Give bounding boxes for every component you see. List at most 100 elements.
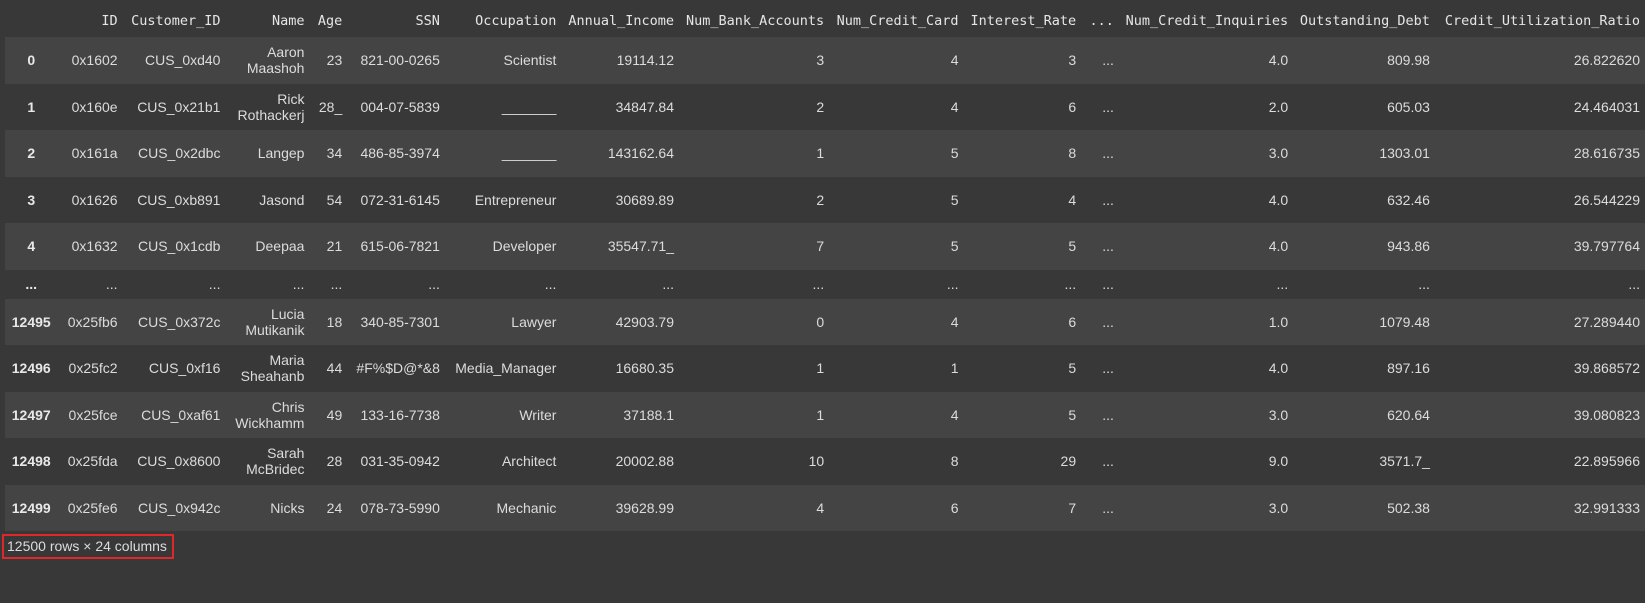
table-cell: 0x25fe6 bbox=[67, 499, 118, 516]
table-cell: Sarah McBridec bbox=[246, 445, 305, 478]
table-cell: 7 bbox=[1068, 499, 1077, 516]
table-cell: 42903.79 bbox=[615, 313, 674, 330]
table-cell: ... bbox=[1102, 191, 1114, 208]
table-cell: 22.895966 bbox=[1573, 453, 1640, 470]
table-cell: 21 bbox=[326, 238, 343, 255]
table-cell: ... bbox=[428, 276, 440, 292]
table-row: 3 0x1626 CUS_0xb891 Jasond 54 072-31-6145 Entr… bbox=[5, 176, 1645, 223]
table-cell: 486-85-3974 bbox=[360, 145, 440, 162]
table-cell: ... bbox=[1418, 276, 1430, 292]
table-cell: 19114.12 bbox=[616, 52, 674, 69]
table-cell: 39628.99 bbox=[615, 499, 674, 516]
table-cell: _______ bbox=[501, 98, 557, 115]
table-cell: 24 bbox=[326, 499, 343, 516]
table-cell: 2.0 bbox=[1268, 98, 1289, 115]
table-cell: 49 bbox=[326, 406, 343, 423]
table-cell: 5 bbox=[950, 191, 959, 208]
table-cell: 5 bbox=[1068, 360, 1077, 377]
column-header-customer-id: Customer_ID bbox=[122, 4, 226, 37]
table-cell: 620.64 bbox=[1387, 406, 1430, 423]
table-cell: 16680.35 bbox=[615, 360, 674, 377]
table-cell: Media_Manager bbox=[455, 360, 557, 377]
table-cell: 1303.01 bbox=[1379, 145, 1430, 162]
table-cell: ... bbox=[1102, 276, 1114, 292]
table-cell: 0x161a bbox=[71, 145, 118, 162]
table-cell: 031-35-0942 bbox=[360, 453, 440, 470]
table-cell: ... bbox=[812, 276, 825, 292]
table-cell: Langep bbox=[257, 145, 305, 162]
row-index: 2 bbox=[27, 145, 36, 162]
table-cell: 29 bbox=[1060, 453, 1077, 470]
table-cell: CUS_0xd40 bbox=[144, 52, 221, 69]
table-cell: 632.46 bbox=[1387, 191, 1430, 208]
table-cell: ... bbox=[1102, 499, 1114, 516]
table-row: 0 0x1602 CUS_0xd40 Aaron Maashoh 23 821-00-02… bbox=[5, 37, 1645, 84]
column-header-outstanding-debt: Outstanding_Debt bbox=[1293, 4, 1435, 37]
table-cell: ... bbox=[1628, 276, 1640, 292]
ellipsis-row: ........................................… bbox=[5, 269, 1645, 299]
table-cell: 3.0 bbox=[1268, 145, 1289, 162]
table-cell: Developer bbox=[492, 238, 557, 255]
table-row: 12495 0x25fb6 CUS_0x372c Lucia Mutikanik 18 3… bbox=[5, 298, 1645, 345]
table-cell: 133-16-7738 bbox=[360, 406, 440, 423]
table-cell: 1079.48 bbox=[1379, 313, 1430, 330]
table-row: 1 0x160e CUS_0x21b1 Rick Rothackerj 28_ 004-0… bbox=[5, 83, 1645, 130]
table-cell: 0x1602 bbox=[71, 52, 118, 69]
table-cell: CUS_0x942c bbox=[137, 499, 221, 516]
column-header-num-credit-inquiries: Num_Credit_Inquiries bbox=[1118, 4, 1294, 37]
table-cell: 4.0 bbox=[1268, 360, 1289, 377]
table-cell: 072-31-6145 bbox=[360, 191, 440, 208]
table-cell: CUS_0xf16 bbox=[148, 360, 221, 377]
table-row: 2 0x161a CUS_0x2dbc Langep 34 486-85-3974 ____… bbox=[5, 130, 1645, 177]
column-header-num-bank-accounts: Num_Bank_Accounts bbox=[679, 4, 830, 37]
header-row: ID Customer_ID Name Age SSN Occupation A… bbox=[5, 4, 1645, 37]
table-row: 12497 0x25fce CUS_0xaf61 Chris Wickhamm 49 13… bbox=[5, 391, 1645, 438]
table-cell: Lawyer bbox=[511, 313, 557, 330]
table-cell: _______ bbox=[501, 145, 557, 162]
table-cell: 8 bbox=[950, 453, 959, 470]
row-index: 3 bbox=[27, 191, 36, 208]
table-cell: 004-07-5839 bbox=[360, 98, 440, 115]
table-cell: CUS_0x2dbc bbox=[137, 145, 221, 162]
table-cell: Chris Wickhamm bbox=[235, 398, 305, 431]
table-cell: Nicks bbox=[270, 499, 305, 516]
row-index: 12498 bbox=[11, 453, 51, 470]
table-cell: 4 bbox=[950, 98, 959, 115]
table-body: 0 0x1602 CUS_0xd40 Aaron Maashoh 23 821-00-02… bbox=[5, 37, 1645, 531]
table-cell: Writer bbox=[519, 406, 557, 423]
table-cell: 5 bbox=[1068, 406, 1077, 423]
table-cell: ... bbox=[292, 276, 305, 292]
column-header-ellipsis: ... bbox=[1081, 4, 1119, 37]
table-cell: 7 bbox=[816, 238, 825, 255]
table-cell: 897.16 bbox=[1387, 360, 1430, 377]
column-header-name: Name bbox=[225, 4, 310, 37]
table-cell: ... bbox=[1102, 313, 1114, 330]
table-cell: ... bbox=[1102, 145, 1114, 162]
table-cell: 39.080823 bbox=[1573, 406, 1640, 423]
table-cell: 502.38 bbox=[1387, 499, 1430, 516]
column-header-num-credit-card: Num_Credit_Card bbox=[829, 4, 964, 37]
table-cell: 30689.89 bbox=[615, 191, 674, 208]
table-cell: 4.0 bbox=[1268, 52, 1289, 69]
table-cell: 32.991333 bbox=[1573, 499, 1640, 516]
column-header-occupation: Occupation bbox=[444, 4, 562, 37]
column-header-credit-utilization-ratio: Credit_Utilization_Ratio bbox=[1434, 4, 1645, 37]
table-row: 12499 0x25fe6 CUS_0x942c Nicks 24 078-73-5990… bbox=[5, 484, 1645, 531]
table-cell: ... bbox=[1102, 453, 1114, 470]
table-cell: Scientist bbox=[503, 52, 557, 69]
row-index: ... bbox=[25, 276, 38, 292]
table-cell: Deepaa bbox=[255, 238, 305, 255]
table-cell: 23 bbox=[326, 52, 343, 69]
table-cell: 143162.64 bbox=[607, 145, 674, 162]
table-cell: 34847.84 bbox=[615, 98, 674, 115]
table-cell: 28.616735 bbox=[1573, 145, 1640, 162]
table-cell: 0x25fb6 bbox=[67, 313, 118, 330]
table-cell: 28_ bbox=[318, 98, 343, 115]
table-cell: 605.03 bbox=[1387, 98, 1430, 115]
table-cell: 26.544229 bbox=[1573, 191, 1640, 208]
table-cell: 18 bbox=[326, 313, 343, 330]
table-cell: 6 bbox=[1068, 313, 1077, 330]
table-cell: 0x25fda bbox=[67, 453, 118, 470]
table-cell: CUS_0x1cdb bbox=[137, 238, 221, 255]
table-cell: 0x1626 bbox=[71, 191, 118, 208]
